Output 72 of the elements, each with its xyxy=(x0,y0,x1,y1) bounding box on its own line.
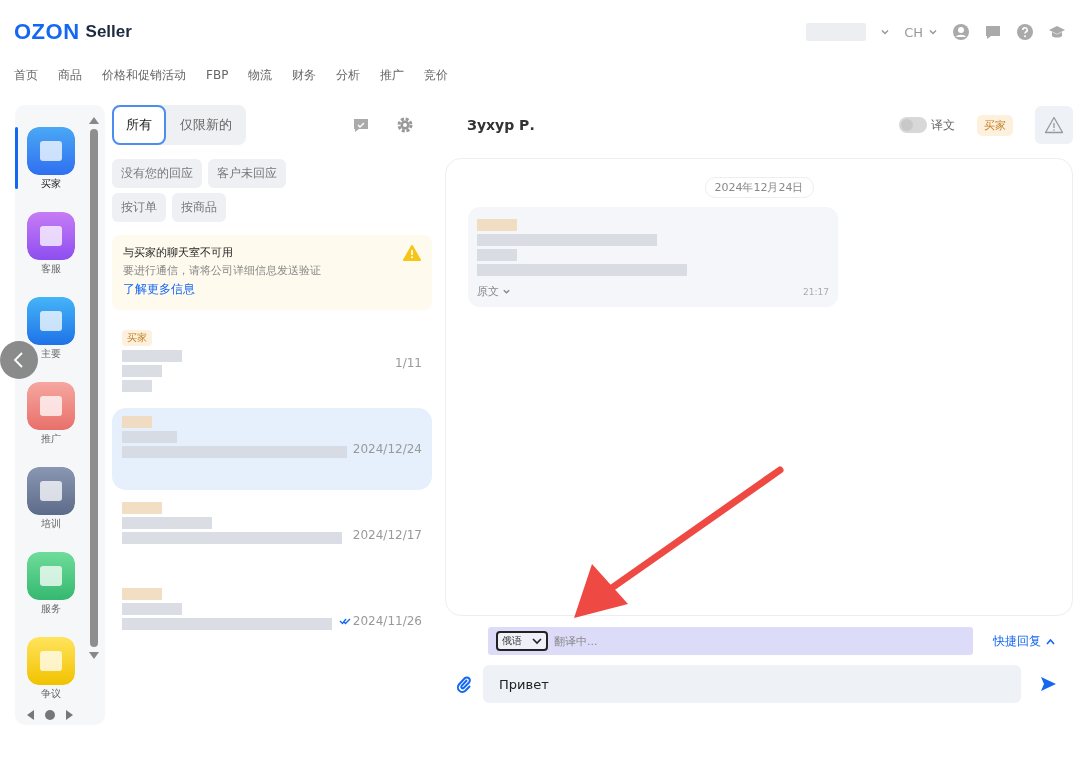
nav-link[interactable]: 推广 xyxy=(380,66,405,84)
app-icon xyxy=(27,382,75,430)
nav-link[interactable]: 价格和促销活动 xyxy=(102,66,186,84)
contact-name: Зухур Р. xyxy=(467,117,535,133)
conversation-date: 2024/11/26 xyxy=(352,614,422,628)
chevron-left-icon xyxy=(12,351,26,369)
filter-chip[interactable]: 按商品 xyxy=(172,193,226,222)
app-icon xyxy=(27,297,75,345)
filter-tab[interactable]: 所有 xyxy=(112,105,166,145)
nav-link[interactable]: 首页 xyxy=(14,66,38,84)
app-icon xyxy=(27,637,75,685)
conversation-date: 1/11 xyxy=(395,356,422,370)
chat-icon[interactable] xyxy=(352,116,370,134)
send-icon[interactable] xyxy=(1039,675,1057,693)
role-badge: 买家 xyxy=(977,114,1013,136)
sidebar-item[interactable]: 推广 xyxy=(15,382,87,446)
sidebar-item[interactable]: 培训 xyxy=(15,467,87,531)
user-icon[interactable] xyxy=(952,23,970,41)
message-input[interactable]: Привет xyxy=(483,665,1021,703)
warning-icon xyxy=(1044,116,1064,134)
help-icon[interactable] xyxy=(1016,23,1034,41)
chevron-down-icon xyxy=(928,27,938,37)
redacted-text xyxy=(122,350,182,392)
nav-link[interactable]: 物流 xyxy=(248,66,273,84)
nav-link[interactable]: 商品 xyxy=(58,66,82,84)
original-text-toggle[interactable]: 原文 xyxy=(477,284,511,299)
filter-chip[interactable]: 按订单 xyxy=(112,193,166,222)
scrollbar-thumb[interactable] xyxy=(90,129,98,647)
buyer-tag: 买家 xyxy=(122,330,152,346)
report-button[interactable] xyxy=(1035,106,1073,144)
translation-status: 翻译中... xyxy=(554,633,598,649)
chevron-down-icon xyxy=(532,637,542,645)
app-icon xyxy=(27,552,75,600)
product-name: Seller xyxy=(85,22,132,42)
conversation-date: 2024/12/17 xyxy=(352,528,422,542)
chat-icon[interactable] xyxy=(984,23,1002,41)
app-icon xyxy=(27,212,75,260)
chevron-up-icon xyxy=(1046,637,1055,645)
learn-more-link[interactable]: 了解更多信息 xyxy=(123,281,403,298)
sidebar-item[interactable]: 主要 xyxy=(15,297,87,361)
nav-link[interactable]: 竞价 xyxy=(424,66,449,84)
sidebar-item[interactable]: 买家 xyxy=(15,127,87,191)
date-divider: 2024年12月24日 xyxy=(704,177,814,198)
pager-drawing[interactable] xyxy=(25,709,75,721)
nav-link[interactable]: 分析 xyxy=(336,66,361,84)
nav-link[interactable]: 财务 xyxy=(292,66,317,84)
chevron-down-icon xyxy=(880,27,891,37)
sidebar-item[interactable]: 客服 xyxy=(15,212,87,276)
sidebar-item[interactable]: 争议 xyxy=(15,637,87,701)
back-button[interactable] xyxy=(0,341,38,379)
settings-icon[interactable] xyxy=(396,116,414,134)
logo[interactable]: OZON xyxy=(14,19,80,45)
nav-link[interactable]: FBP xyxy=(206,68,229,82)
filter-tab[interactable]: 仅限新的 xyxy=(166,105,246,145)
attach-icon[interactable] xyxy=(455,675,473,693)
filter-chip[interactable]: 客户未回应 xyxy=(208,159,286,188)
warning-icon xyxy=(403,245,421,261)
scroll-down-icon[interactable] xyxy=(88,651,100,661)
scroll-up-icon[interactable] xyxy=(88,115,100,125)
notice-text: 要进行通信，请将公司详细信息发送验证 xyxy=(123,263,322,278)
chevron-down-icon xyxy=(502,287,511,296)
translate-toggle[interactable]: 译文 xyxy=(899,116,955,134)
conversation-date: 2024/12/24 xyxy=(352,442,422,456)
quick-reply-button[interactable]: 快捷回复 xyxy=(993,632,1055,650)
app-icon xyxy=(27,467,75,515)
app-icon xyxy=(27,127,75,175)
filter-chip[interactable]: 没有您的回应 xyxy=(112,159,202,188)
conversation-item[interactable]: 买家 1/11 xyxy=(112,322,432,404)
message-time: 21:17 xyxy=(803,286,829,297)
sidebar-item[interactable]: 服务 xyxy=(15,552,87,616)
notice-title: 与买家的聊天室不可用 xyxy=(123,245,234,260)
language-select[interactable]: 俄语 xyxy=(496,631,548,651)
